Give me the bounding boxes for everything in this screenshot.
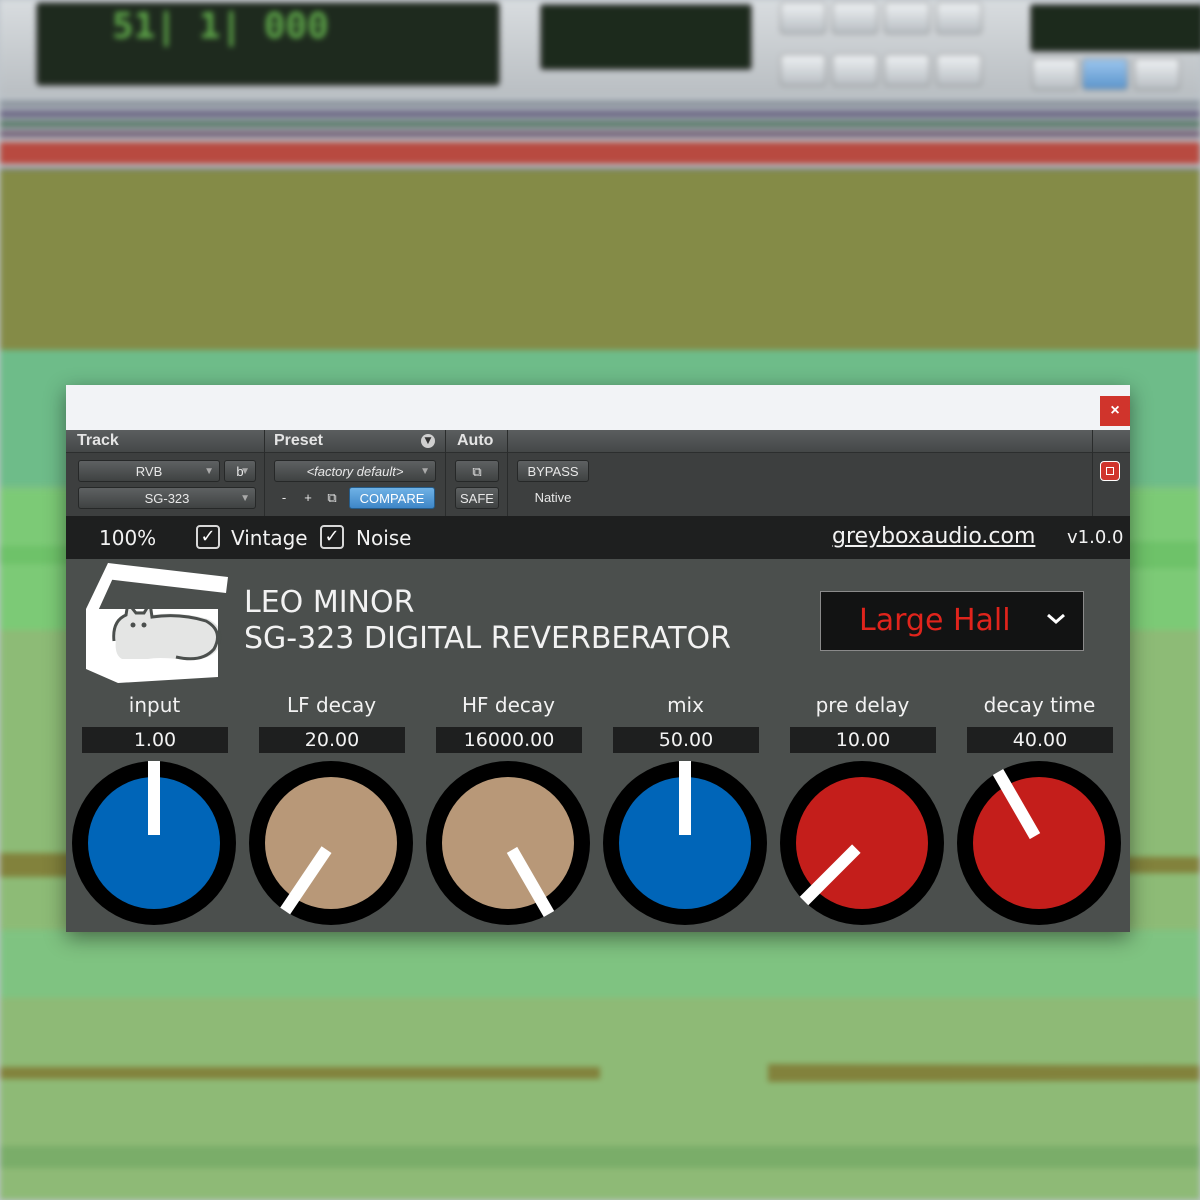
knob-indicator bbox=[148, 761, 160, 835]
preset-name: <factory default> bbox=[306, 464, 404, 479]
param-value-field[interactable]: 20.00 bbox=[259, 727, 405, 753]
algorithm-value: Large Hall bbox=[859, 603, 1011, 638]
preset-label: Preset bbox=[274, 432, 323, 449]
cat-box-logo bbox=[86, 563, 228, 683]
copy-settings-icon[interactable]: ⧉ bbox=[322, 487, 342, 509]
track-label: Track bbox=[77, 432, 119, 449]
noise-checkbox[interactable]: ✓ bbox=[320, 525, 344, 549]
algorithm-select[interactable]: Large Hall bbox=[820, 591, 1084, 651]
chevron-down-icon: ▼ bbox=[420, 466, 430, 477]
param-knob[interactable] bbox=[70, 759, 238, 927]
version-label: v1.0.0 bbox=[1067, 527, 1124, 548]
param-value-field[interactable]: 1.00 bbox=[82, 727, 228, 753]
close-button[interactable]: × bbox=[1100, 396, 1130, 426]
previous-preset-button[interactable]: - bbox=[274, 487, 294, 509]
divider bbox=[1092, 430, 1093, 516]
website-link[interactable]: greyboxaudio.com bbox=[832, 524, 1035, 549]
vintage-checkbox[interactable]: ✓ bbox=[196, 525, 220, 549]
lane bbox=[0, 100, 1200, 108]
divider bbox=[445, 430, 446, 516]
chevron-down-icon bbox=[1047, 613, 1065, 624]
tool-button[interactable] bbox=[1134, 58, 1180, 90]
plugin-body: LEO MINOR SG-323 DIGITAL REVERBERATOR La… bbox=[66, 559, 1130, 932]
safe-button[interactable]: SAFE bbox=[455, 487, 499, 509]
param-label: mix bbox=[667, 693, 704, 717]
preset-select[interactable]: <factory default> ▼ bbox=[274, 460, 436, 482]
param-label: input bbox=[128, 693, 181, 717]
insert-select[interactable]: SG-323 ▼ bbox=[78, 487, 256, 509]
chevron-down-icon: ▼ bbox=[204, 466, 214, 477]
insert-name: SG-323 bbox=[144, 491, 190, 506]
plugin-header: Track Preset ▼ Auto RVB ▼ b ▼ SG-323 ▼ <fac… bbox=[66, 430, 1130, 516]
param-value-field[interactable]: 10.00 bbox=[790, 727, 936, 753]
param-knob[interactable] bbox=[424, 759, 592, 927]
vintage-label: Vintage bbox=[231, 526, 308, 550]
end-button[interactable] bbox=[936, 54, 982, 86]
scale-select[interactable]: 100% bbox=[99, 526, 156, 550]
param-knob[interactable] bbox=[955, 759, 1123, 927]
native-label: Native bbox=[534, 490, 572, 505]
main-counter-display: 51| 1| 000 bbox=[36, 2, 500, 86]
knob-face bbox=[973, 777, 1105, 909]
forward-button[interactable] bbox=[884, 54, 930, 86]
param-knob[interactable] bbox=[601, 759, 769, 927]
chevron-down-icon: ▼ bbox=[240, 466, 250, 477]
plugin-title: SG-323 DIGITAL REVERBERATOR bbox=[244, 621, 731, 656]
noise-label: Noise bbox=[356, 526, 412, 550]
param-value-field[interactable]: 50.00 bbox=[613, 727, 759, 753]
knob-indicator bbox=[679, 761, 691, 835]
grid-button[interactable] bbox=[1082, 58, 1128, 90]
sub-counter-display bbox=[540, 4, 752, 70]
param-value-field[interactable]: 40.00 bbox=[967, 727, 1113, 753]
options-bar: 100% ✓ Vintage ✓ Noise greyboxaudio.com … bbox=[66, 516, 1130, 559]
tempo-display bbox=[1030, 4, 1200, 52]
target-icon[interactable] bbox=[1100, 461, 1120, 481]
marker-lane bbox=[0, 142, 1200, 164]
track-name: RVB bbox=[135, 464, 163, 479]
param-value-field[interactable]: 16000.00 bbox=[436, 727, 582, 753]
param-knob[interactable] bbox=[247, 759, 415, 927]
play-button[interactable] bbox=[884, 2, 930, 34]
auto-label: Auto bbox=[457, 432, 494, 449]
lane bbox=[0, 110, 1200, 118]
chevron-down-icon: ▼ bbox=[240, 493, 250, 504]
lane bbox=[0, 130, 1200, 138]
rewind-button[interactable] bbox=[780, 54, 826, 86]
online-button[interactable] bbox=[780, 2, 826, 34]
plugin-brand: LEO MINOR bbox=[244, 585, 415, 620]
back-button[interactable] bbox=[832, 54, 878, 86]
param-label: pre delay bbox=[815, 693, 910, 717]
lane bbox=[0, 120, 1200, 128]
automation-icon[interactable]: ⧉ bbox=[455, 460, 499, 482]
record-button[interactable] bbox=[936, 2, 982, 34]
track-select[interactable]: RVB ▼ bbox=[78, 460, 220, 482]
link-button[interactable] bbox=[1032, 58, 1078, 90]
main-counter: 51| 1| 000 bbox=[112, 6, 329, 47]
divider bbox=[264, 430, 265, 516]
compare-button[interactable]: COMPARE bbox=[349, 487, 435, 509]
knob-face bbox=[442, 777, 574, 909]
channel-select[interactable]: b ▼ bbox=[224, 460, 256, 482]
knob-face bbox=[265, 777, 397, 909]
window-titlebar[interactable]: × bbox=[66, 385, 1130, 430]
param-label: LF decay bbox=[286, 693, 377, 717]
param-label: HF decay bbox=[462, 693, 555, 717]
next-preset-button[interactable]: + bbox=[298, 487, 318, 509]
param-label: decay time bbox=[983, 693, 1096, 717]
bypass-button[interactable]: BYPASS bbox=[517, 460, 589, 482]
daw-toolbar: 51| 1| 000 bbox=[0, 0, 1200, 96]
param-knob[interactable] bbox=[778, 759, 946, 927]
header-labels: Track Preset ▼ Auto bbox=[66, 430, 1130, 453]
divider bbox=[507, 430, 508, 516]
preset-menu-icon[interactable]: ▼ bbox=[421, 434, 435, 448]
stop-button[interactable] bbox=[832, 2, 878, 34]
plugin-window: × Track Preset ▼ Auto RVB ▼ b ▼ SG-323 ▼ <f… bbox=[66, 385, 1130, 932]
